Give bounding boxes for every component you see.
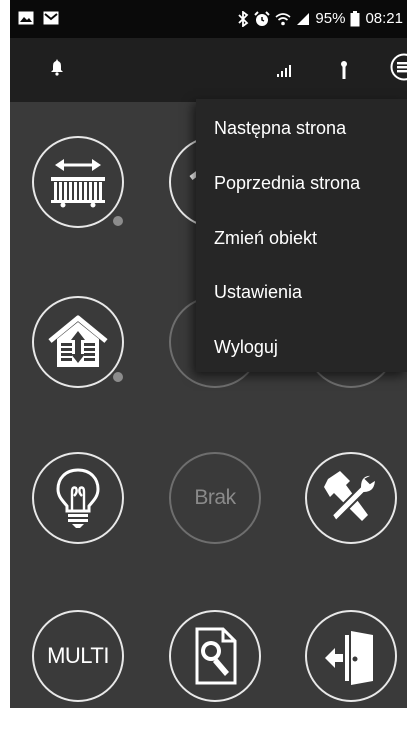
antenna-icon[interactable]: [339, 60, 349, 85]
house-updown-icon: [48, 315, 108, 367]
lightbulb-icon: [56, 468, 100, 528]
mail-icon: [43, 11, 59, 25]
image-icon: [18, 11, 34, 25]
exit-tile[interactable]: [305, 610, 397, 702]
clock-time: 08:21: [365, 10, 403, 27]
document-search-icon: [195, 627, 237, 685]
wifi-icon: [275, 12, 291, 26]
gate-icon: [51, 159, 105, 208]
signal-icon: [296, 12, 310, 26]
document-search-tile[interactable]: [169, 610, 261, 702]
alarm-icon: [254, 10, 271, 27]
gate-tile[interactable]: [32, 136, 124, 228]
battery-icon: [350, 10, 360, 27]
menu-item-change-object[interactable]: Zmień obiekt: [196, 211, 407, 266]
battery-percent: 95%: [315, 10, 346, 27]
menu-item-settings[interactable]: Ustawienia: [196, 265, 407, 320]
bluetooth-icon: [237, 10, 249, 27]
exit-door-icon: [325, 631, 373, 685]
status-bar: 95% 08:21: [10, 0, 407, 38]
bottom-bar: [10, 708, 407, 733]
status-dot: [113, 216, 123, 226]
bell-icon[interactable]: [50, 58, 64, 81]
lightbulb-tile[interactable]: [32, 452, 124, 544]
house-updown-tile[interactable]: [32, 296, 124, 388]
multi-tile[interactable]: MULTI: [32, 610, 124, 702]
menu-item-previous-page[interactable]: Poprzednia strona: [196, 156, 407, 211]
status-dot: [113, 372, 123, 382]
multi-tile-label: MULTI: [47, 643, 109, 668]
signal-bars-icon[interactable]: [276, 60, 294, 83]
tools-tile[interactable]: [305, 452, 397, 544]
empty-tile[interactable]: Brak: [169, 452, 261, 544]
tools-icon: [324, 471, 378, 523]
overflow-menu: Następna strona Poprzednia strona Zmień …: [196, 99, 407, 372]
empty-tile-label: Brak: [194, 486, 236, 509]
app-bar: [10, 38, 407, 102]
menu-item-next-page[interactable]: Następna strona: [196, 101, 407, 156]
overflow-menu-icon[interactable]: [388, 53, 407, 86]
menu-item-logout[interactable]: Wyloguj: [196, 320, 407, 375]
